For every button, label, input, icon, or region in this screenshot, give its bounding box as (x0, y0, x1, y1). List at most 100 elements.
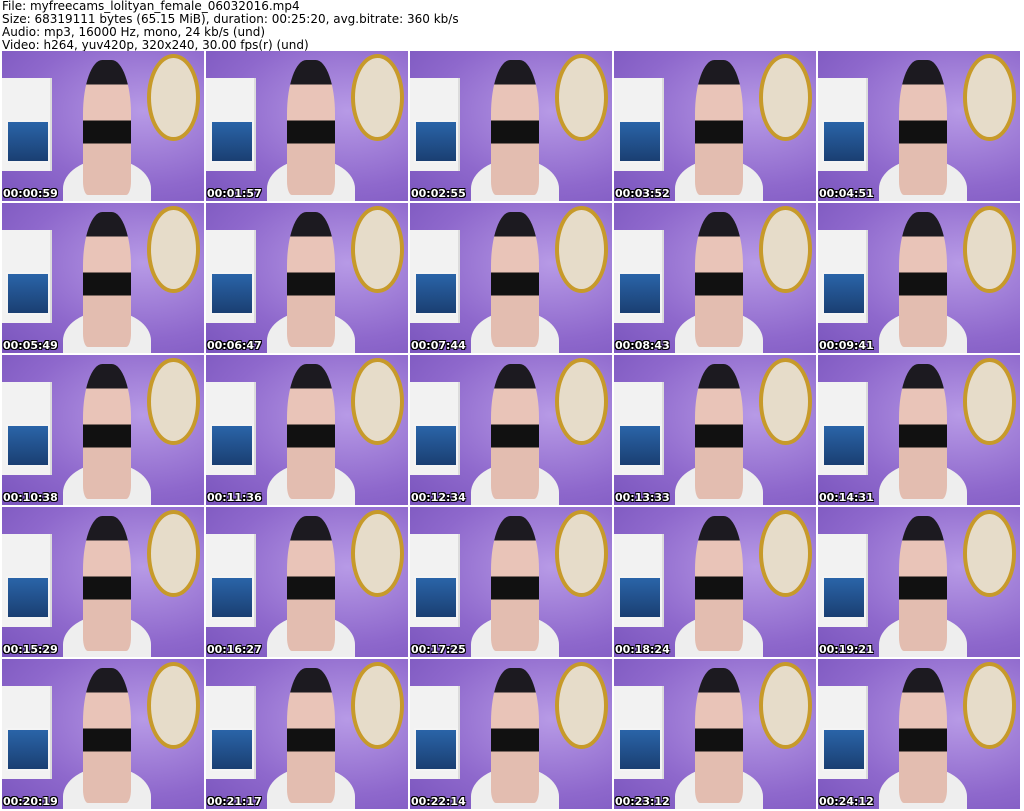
thumbnail-figure (694, 516, 744, 651)
thumbnail-poster (822, 576, 867, 619)
thumbnail-timestamp: 00:11:36 (207, 491, 262, 504)
thumbnail-mirror (147, 54, 200, 141)
video-thumbnail: 00:21:17 (206, 659, 408, 809)
thumbnail-timestamp: 00:03:52 (615, 187, 670, 200)
thumbnail-poster (210, 120, 255, 163)
thumbnail-poster (618, 120, 663, 163)
thumbnail-figure (898, 60, 948, 195)
thumbnail-figure (694, 364, 744, 499)
thumbnail-poster (6, 728, 51, 771)
thumbnail-timestamp: 00:23:12 (615, 795, 670, 808)
thumbnail-figure (694, 668, 744, 803)
thumbnail-poster (6, 576, 51, 619)
video-thumbnail: 00:18:24 (614, 507, 816, 657)
video-thumbnail: 00:06:47 (206, 203, 408, 353)
thumbnail-figure (490, 516, 540, 651)
thumbnail-mirror (759, 662, 812, 749)
thumbnail-poster (6, 424, 51, 467)
video-thumbnail: 00:20:19 (2, 659, 204, 809)
thumbnail-mirror (963, 206, 1016, 293)
video-thumbnail: 00:16:27 (206, 507, 408, 657)
thumbnail-timestamp: 00:13:33 (615, 491, 670, 504)
thumbnail-poster (414, 424, 459, 467)
video-thumbnail: 00:04:51 (818, 51, 1020, 201)
thumbnail-timestamp: 00:18:24 (615, 643, 670, 656)
info-header: File: myfreecams_lolityan_female_0603201… (2, 0, 1022, 52)
thumbnail-timestamp: 00:06:47 (207, 339, 262, 352)
thumbnail-timestamp: 00:16:27 (207, 643, 262, 656)
thumbnail-poster (6, 272, 51, 315)
thumbnail-figure (898, 668, 948, 803)
thumbnail-poster (414, 728, 459, 771)
thumbnail-figure (82, 364, 132, 499)
thumbnail-timestamp: 00:24:12 (819, 795, 874, 808)
thumbnail-figure (82, 516, 132, 651)
thumbnail-mirror (147, 510, 200, 597)
thumbnail-mirror (759, 358, 812, 445)
thumbnail-timestamp: 00:17:25 (411, 643, 466, 656)
video-thumbnail: 00:02:55 (410, 51, 612, 201)
thumbnail-timestamp: 00:01:57 (207, 187, 262, 200)
video-thumbnail: 00:24:12 (818, 659, 1020, 809)
thumbnail-mirror (351, 206, 404, 293)
video-thumbnail: 00:08:43 (614, 203, 816, 353)
video-thumbnail: 00:19:21 (818, 507, 1020, 657)
thumbnail-timestamp: 00:15:29 (3, 643, 58, 656)
thumbnail-figure (490, 668, 540, 803)
thumbnail-mirror (555, 54, 608, 141)
thumbnail-mirror (963, 358, 1016, 445)
thumbnail-timestamp: 00:05:49 (3, 339, 58, 352)
thumbnail-poster (822, 728, 867, 771)
video-thumbnail: 00:23:12 (614, 659, 816, 809)
thumbnail-poster (210, 424, 255, 467)
thumbnail-figure (898, 212, 948, 347)
thumbnail-timestamp: 00:08:43 (615, 339, 670, 352)
video-thumbnail: 00:07:44 (410, 203, 612, 353)
thumbnail-figure (286, 516, 336, 651)
thumbnail-poster (822, 272, 867, 315)
thumbnail-poster (414, 120, 459, 163)
thumbnail-figure (286, 364, 336, 499)
thumbnail-poster (822, 424, 867, 467)
thumbnail-grid: 00:00:59 00:01:57 00:02:55 00:03:52 00:04:51… (2, 51, 1024, 811)
thumbnail-figure (286, 668, 336, 803)
thumbnail-mirror (351, 358, 404, 445)
thumbnail-figure (82, 212, 132, 347)
thumbnail-mirror (351, 510, 404, 597)
video-thumbnail: 00:03:52 (614, 51, 816, 201)
thumbnail-poster (210, 272, 255, 315)
thumbnail-mirror (555, 358, 608, 445)
thumbnail-poster (618, 728, 663, 771)
thumbnail-timestamp: 00:10:38 (3, 491, 58, 504)
thumbnail-poster (414, 272, 459, 315)
video-thumbnail: 00:05:49 (2, 203, 204, 353)
thumbnail-mirror (759, 54, 812, 141)
thumbnail-figure (694, 212, 744, 347)
thumbnail-mirror (759, 206, 812, 293)
thumbnail-timestamp: 00:04:51 (819, 187, 874, 200)
video-thumbnail: 00:09:41 (818, 203, 1020, 353)
thumbnail-figure (286, 212, 336, 347)
thumbnail-mirror (555, 206, 608, 293)
thumbnail-poster (210, 728, 255, 771)
thumbnail-poster (618, 576, 663, 619)
thumbnail-figure (82, 60, 132, 195)
thumbnail-timestamp: 00:12:34 (411, 491, 466, 504)
thumbnail-mirror (351, 662, 404, 749)
thumbnail-figure (286, 60, 336, 195)
thumbnail-timestamp: 00:00:59 (3, 187, 58, 200)
video-thumbnail: 00:11:36 (206, 355, 408, 505)
thumbnail-figure (898, 364, 948, 499)
thumbnail-poster (414, 576, 459, 619)
thumbnail-timestamp: 00:19:21 (819, 643, 874, 656)
thumbnail-mirror (147, 358, 200, 445)
thumbnail-mirror (963, 54, 1016, 141)
thumbnail-poster (618, 272, 663, 315)
thumbnail-poster (822, 120, 867, 163)
video-thumbnail: 00:15:29 (2, 507, 204, 657)
video-thumbnail: 00:01:57 (206, 51, 408, 201)
thumbnail-mirror (963, 662, 1016, 749)
thumbnail-mirror (147, 206, 200, 293)
thumbnail-mirror (963, 510, 1016, 597)
thumbnail-mirror (147, 662, 200, 749)
